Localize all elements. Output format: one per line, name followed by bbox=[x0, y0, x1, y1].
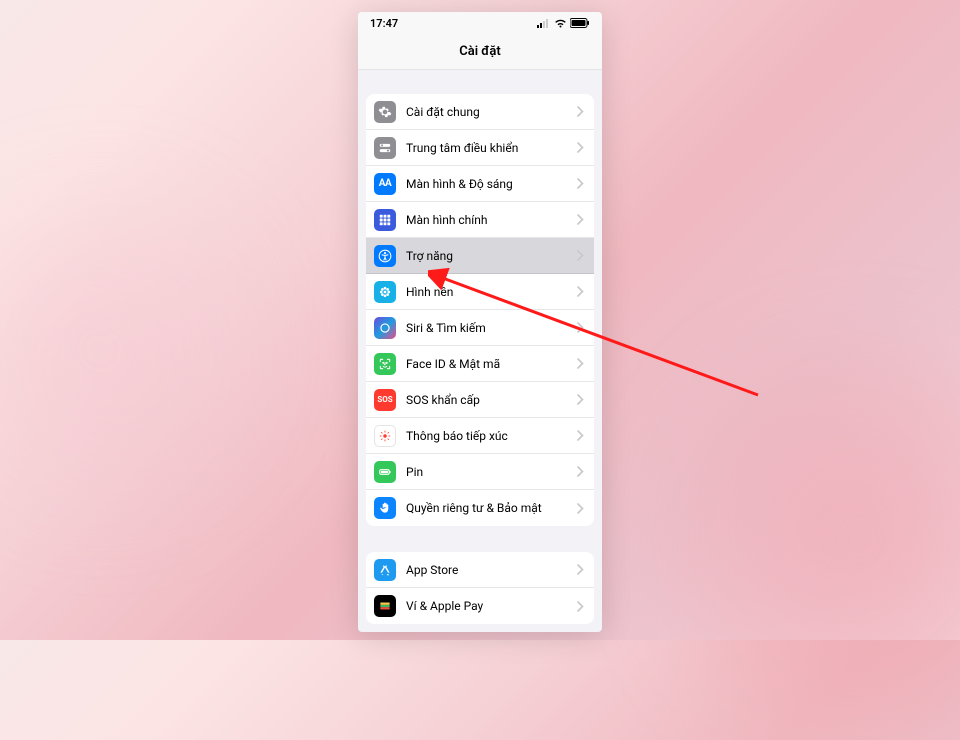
sos-icon: SOS bbox=[374, 389, 396, 411]
chevron-right-icon bbox=[577, 178, 584, 189]
chevron-right-icon bbox=[577, 106, 584, 117]
row-control-center[interactable]: Trung tâm điều khiển bbox=[366, 130, 594, 166]
chevron-right-icon bbox=[577, 564, 584, 575]
battery-icon bbox=[570, 18, 590, 28]
row-siri[interactable]: Siri & Tìm kiếm bbox=[366, 310, 594, 346]
settings-group-2: App Store Ví & Apple Pay bbox=[366, 552, 594, 624]
hand-icon bbox=[374, 497, 396, 519]
status-time: 17:47 bbox=[370, 17, 398, 30]
row-label: Cài đặt chung bbox=[406, 105, 577, 119]
row-label: Ví & Apple Pay bbox=[406, 599, 577, 613]
row-label: Màn hình chính bbox=[406, 213, 577, 227]
row-label: Trợ năng bbox=[406, 249, 577, 263]
chevron-right-icon bbox=[577, 214, 584, 225]
row-label: Face ID & Mật mã bbox=[406, 357, 577, 371]
siri-icon bbox=[374, 317, 396, 339]
faceid-icon bbox=[374, 353, 396, 375]
chevron-right-icon bbox=[577, 466, 584, 477]
row-appstore[interactable]: App Store bbox=[366, 552, 594, 588]
exposure-icon bbox=[374, 425, 396, 447]
row-accessibility[interactable]: Trợ năng bbox=[366, 238, 594, 274]
grid-icon bbox=[374, 209, 396, 231]
row-wallpaper[interactable]: Hình nền bbox=[366, 274, 594, 310]
settings-scroll[interactable]: Cài đặt chung Trung tâm điều khiển AA Mà… bbox=[358, 70, 602, 632]
settings-group-1: Cài đặt chung Trung tâm điều khiển AA Mà… bbox=[366, 94, 594, 526]
phone-frame: 17:47 Cài đặt Cài đặt chung Trung bbox=[358, 12, 602, 632]
row-faceid[interactable]: Face ID & Mật mã bbox=[366, 346, 594, 382]
row-display-brightness[interactable]: AA Màn hình & Độ sáng bbox=[366, 166, 594, 202]
row-battery[interactable]: Pin bbox=[366, 454, 594, 490]
row-general[interactable]: Cài đặt chung bbox=[366, 94, 594, 130]
status-bar: 17:47 bbox=[358, 12, 602, 34]
row-exposure[interactable]: Thông báo tiếp xúc bbox=[366, 418, 594, 454]
wallet-icon bbox=[374, 595, 396, 617]
wifi-icon bbox=[554, 19, 567, 28]
chevron-right-icon bbox=[577, 286, 584, 297]
text-size-icon: AA bbox=[374, 173, 396, 195]
chevron-right-icon bbox=[577, 142, 584, 153]
row-home-screen[interactable]: Màn hình chính bbox=[366, 202, 594, 238]
chevron-right-icon bbox=[577, 394, 584, 405]
chevron-right-icon bbox=[577, 601, 584, 612]
chevron-right-icon bbox=[577, 430, 584, 441]
chevron-right-icon bbox=[577, 503, 584, 514]
chevron-right-icon bbox=[577, 250, 584, 261]
chevron-right-icon bbox=[577, 322, 584, 333]
appstore-icon bbox=[374, 559, 396, 581]
row-label: Siri & Tìm kiếm bbox=[406, 321, 577, 335]
row-privacy[interactable]: Quyền riêng tư & Bảo mật bbox=[366, 490, 594, 526]
row-label: Pin bbox=[406, 465, 577, 479]
row-label: Quyền riêng tư & Bảo mật bbox=[406, 501, 577, 515]
row-label: Thông báo tiếp xúc bbox=[406, 429, 577, 443]
nav-title: Cài đặt bbox=[459, 44, 501, 59]
row-label: Màn hình & Độ sáng bbox=[406, 177, 577, 191]
row-label: App Store bbox=[406, 563, 577, 577]
row-label: SOS khẩn cấp bbox=[406, 393, 577, 407]
row-label: Hình nền bbox=[406, 285, 577, 299]
status-indicators bbox=[537, 18, 590, 28]
battery-settings-icon bbox=[374, 461, 396, 483]
cellular-icon bbox=[537, 19, 551, 28]
flower-icon bbox=[374, 281, 396, 303]
nav-bar: Cài đặt bbox=[358, 34, 602, 70]
row-label: Trung tâm điều khiển bbox=[406, 141, 577, 155]
chevron-right-icon bbox=[577, 358, 584, 369]
row-sos[interactable]: SOS SOS khẩn cấp bbox=[366, 382, 594, 418]
gear-icon bbox=[374, 101, 396, 123]
switches-icon bbox=[374, 137, 396, 159]
row-wallet[interactable]: Ví & Apple Pay bbox=[366, 588, 594, 624]
accessibility-icon bbox=[374, 245, 396, 267]
